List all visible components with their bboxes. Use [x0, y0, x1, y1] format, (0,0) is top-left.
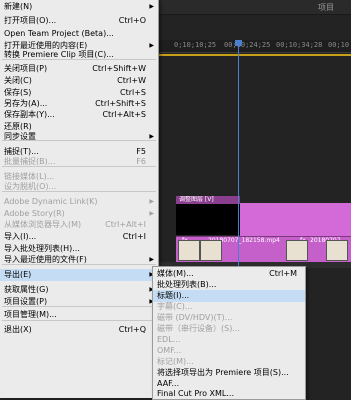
file-menu-item[interactable]: 关闭项目(P) Ctrl+Shift+W [0, 63, 158, 75]
video-thumbnail [286, 240, 308, 261]
menu-item-shortcut: Ctrl+Alt+I [105, 220, 146, 229]
menu-item-label: 导入(I)... [4, 232, 37, 241]
export-menu-item[interactable]: Final Cut Pro XML... [153, 388, 305, 400]
menu-item-label: Final Cut Pro XML... [157, 389, 235, 398]
menu-item-label: Open Team Project (Beta)... [4, 29, 114, 38]
submenu-arrow-icon: ▶ [149, 256, 154, 263]
adjustment-layer-clip[interactable] [240, 203, 351, 236]
file-menu-item[interactable]: 导入最近使用的文件(F) ▶ [0, 254, 158, 266]
file-menu-item[interactable]: 保存副本(Y)... Ctrl+Alt+S [0, 109, 158, 121]
panel-title: 项目 [318, 3, 334, 12]
file-menu: 新建(N) ▶ 打开项目(O)... Ctrl+O Open Team Project … [0, 0, 159, 398]
file-menu-item[interactable]: 项目管理(M)... [0, 309, 158, 321]
menu-item-label: 关闭项目(P) [4, 64, 48, 73]
file-menu-item[interactable]: 转换 Premiere Clip 项目(C)... [0, 49, 158, 61]
menu-item-label: 保存副本(Y)... [4, 110, 55, 119]
menu-item-shortcut: F6 [136, 157, 146, 166]
menu-item-label: 退出(X) [4, 325, 32, 334]
video-thumbnail [326, 240, 348, 261]
menu-item-label: 转换 Premiere Clip 项目(C)... [4, 50, 114, 59]
export-submenu: 媒体(M)... Ctrl+M 批处理列表(B)... 标题(I)... 字幕(C)..… [152, 266, 306, 400]
menu-item-label: 从媒体浏览器导入(M) [4, 220, 82, 229]
menu-item-shortcut: Ctrl+W [117, 76, 146, 85]
menu-item-label: 打开项目(O)... [4, 16, 57, 25]
file-menu-item[interactable]: Adobe Dynamic Link(K) ▶ [0, 196, 158, 208]
menu-item-label: 批量捕捉(B)... [4, 157, 56, 166]
menu-item-label: 项目设置(P) [4, 297, 48, 306]
file-menu-item[interactable]: 新建(N) ▶ [0, 1, 158, 13]
submenu-arrow-icon: ▶ [149, 133, 154, 140]
file-menu-item[interactable]: 退出(X) Ctrl+Q [0, 324, 158, 336]
file-menu-item[interactable]: Open Team Project (Beta)... [0, 28, 158, 40]
menu-item-shortcut: Ctrl+Q [118, 325, 146, 334]
menu-item-label: 导入最近使用的文件(F) [4, 255, 87, 264]
menu-item-label: 项目管理(M)... [4, 310, 57, 319]
work-area-bar[interactable] [150, 54, 351, 56]
file-menu-item[interactable]: 打开项目(O)... Ctrl+O [0, 15, 158, 27]
file-menu-item[interactable]: 设为脱机(O)... [0, 181, 158, 193]
clip-label: 调整图层 [V] [176, 196, 240, 204]
black-clip[interactable] [176, 204, 240, 235]
playhead-line[interactable] [238, 40, 239, 280]
video-thumbnail [178, 240, 200, 261]
menu-item-shortcut: Ctrl+Shift+W [92, 64, 146, 73]
menu-item-label: 导出(E) [4, 270, 32, 279]
video-thumbnail [200, 240, 222, 261]
timecode-label: 00;10;34;28 [276, 41, 323, 49]
menu-item-shortcut: Ctrl+Alt+S [102, 110, 146, 119]
timecode-label: 00;10 [328, 41, 350, 49]
timecode-label: 0;10;10;25 [174, 41, 217, 49]
file-menu-item[interactable]: 从媒体浏览器导入(M) Ctrl+Alt+I [0, 219, 158, 231]
file-menu-item[interactable]: 批量捕捉(B)... F6 [0, 156, 158, 168]
file-menu-item[interactable]: 同步设置 ▶ [0, 131, 158, 143]
menu-item-label: 获取属性(G) [4, 285, 49, 294]
submenu-arrow-icon: ▶ [149, 3, 154, 10]
menu-item-shortcut: Ctrl+I [122, 232, 146, 241]
file-menu-item[interactable]: 获取属性(G)▶ [0, 284, 158, 296]
menu-item-label: 同步设置 [4, 132, 36, 141]
timeline-ruler[interactable]: 0;10;10;25 00;10;24;25 00;10;34;28 00;10 [150, 40, 351, 53]
file-menu-item[interactable]: 导入(I)... Ctrl+I [0, 231, 158, 243]
menu-item-label: 新建(N) [4, 2, 33, 11]
menu-item-label: 设为脱机(O)... [4, 182, 57, 191]
submenu-arrow-icon: ▶ [149, 198, 154, 205]
menu-item-label: 关闭(C) [4, 76, 32, 85]
menu-item-label: Adobe Dynamic Link(K) [4, 197, 98, 206]
file-menu-item[interactable]: 导出(E)▶ [0, 269, 158, 281]
file-menu-item[interactable]: 关闭(C) Ctrl+W [0, 75, 158, 87]
file-menu-item[interactable]: 项目设置(P)▶ [0, 296, 158, 308]
menu-item-shortcut: Ctrl+O [118, 16, 146, 25]
timecode-label: 00;10;24;25 [224, 41, 271, 49]
video-clip-track[interactable]: fx 20180707_182158.mp4 fx 20180707_ [176, 236, 351, 263]
